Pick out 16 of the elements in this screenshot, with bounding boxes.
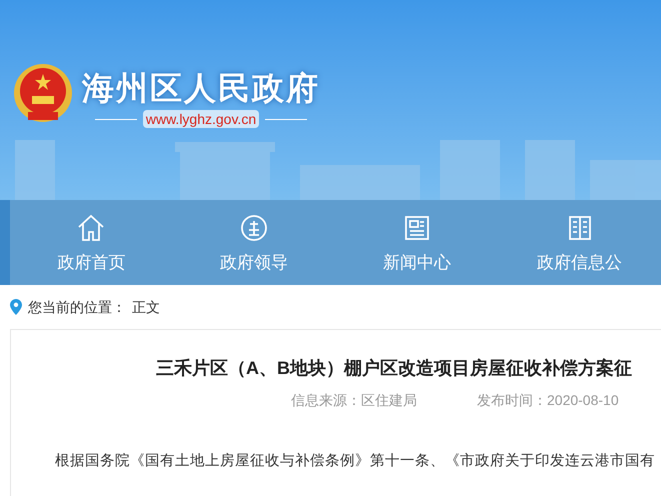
breadcrumb-current[interactable]: 正文	[132, 296, 160, 318]
emblem-icon	[12, 62, 74, 124]
nav-item[interactable]: 政府首页	[10, 200, 173, 285]
nav-item[interactable]: 政府领导	[172, 200, 336, 285]
nav-item[interactable]: 新闻中心	[336, 200, 498, 285]
article-body: 根据国务院《国有土地上房屋征收与补偿条例》第十一条、《市政府关于印发连云港市国有	[55, 452, 656, 471]
home-icon	[76, 212, 106, 242]
nav-item[interactable]: 政府信息公	[498, 200, 661, 285]
breadcrumb-label: 您当前的位置：	[28, 298, 126, 316]
circle-emblem-icon	[239, 212, 270, 242]
site-url: www.lyghz.gov.cn	[142, 110, 260, 128]
article-source: 信息来源：区住建局	[291, 391, 417, 410]
site-name: 海州区人民政府	[82, 69, 320, 108]
article-date: 发布时间：2020-08-10	[477, 391, 619, 410]
article-title: 三禾片区（A、B地块）棚户区改造项目房屋征收补偿方案征	[156, 357, 633, 380]
location-pin-icon	[10, 299, 22, 315]
